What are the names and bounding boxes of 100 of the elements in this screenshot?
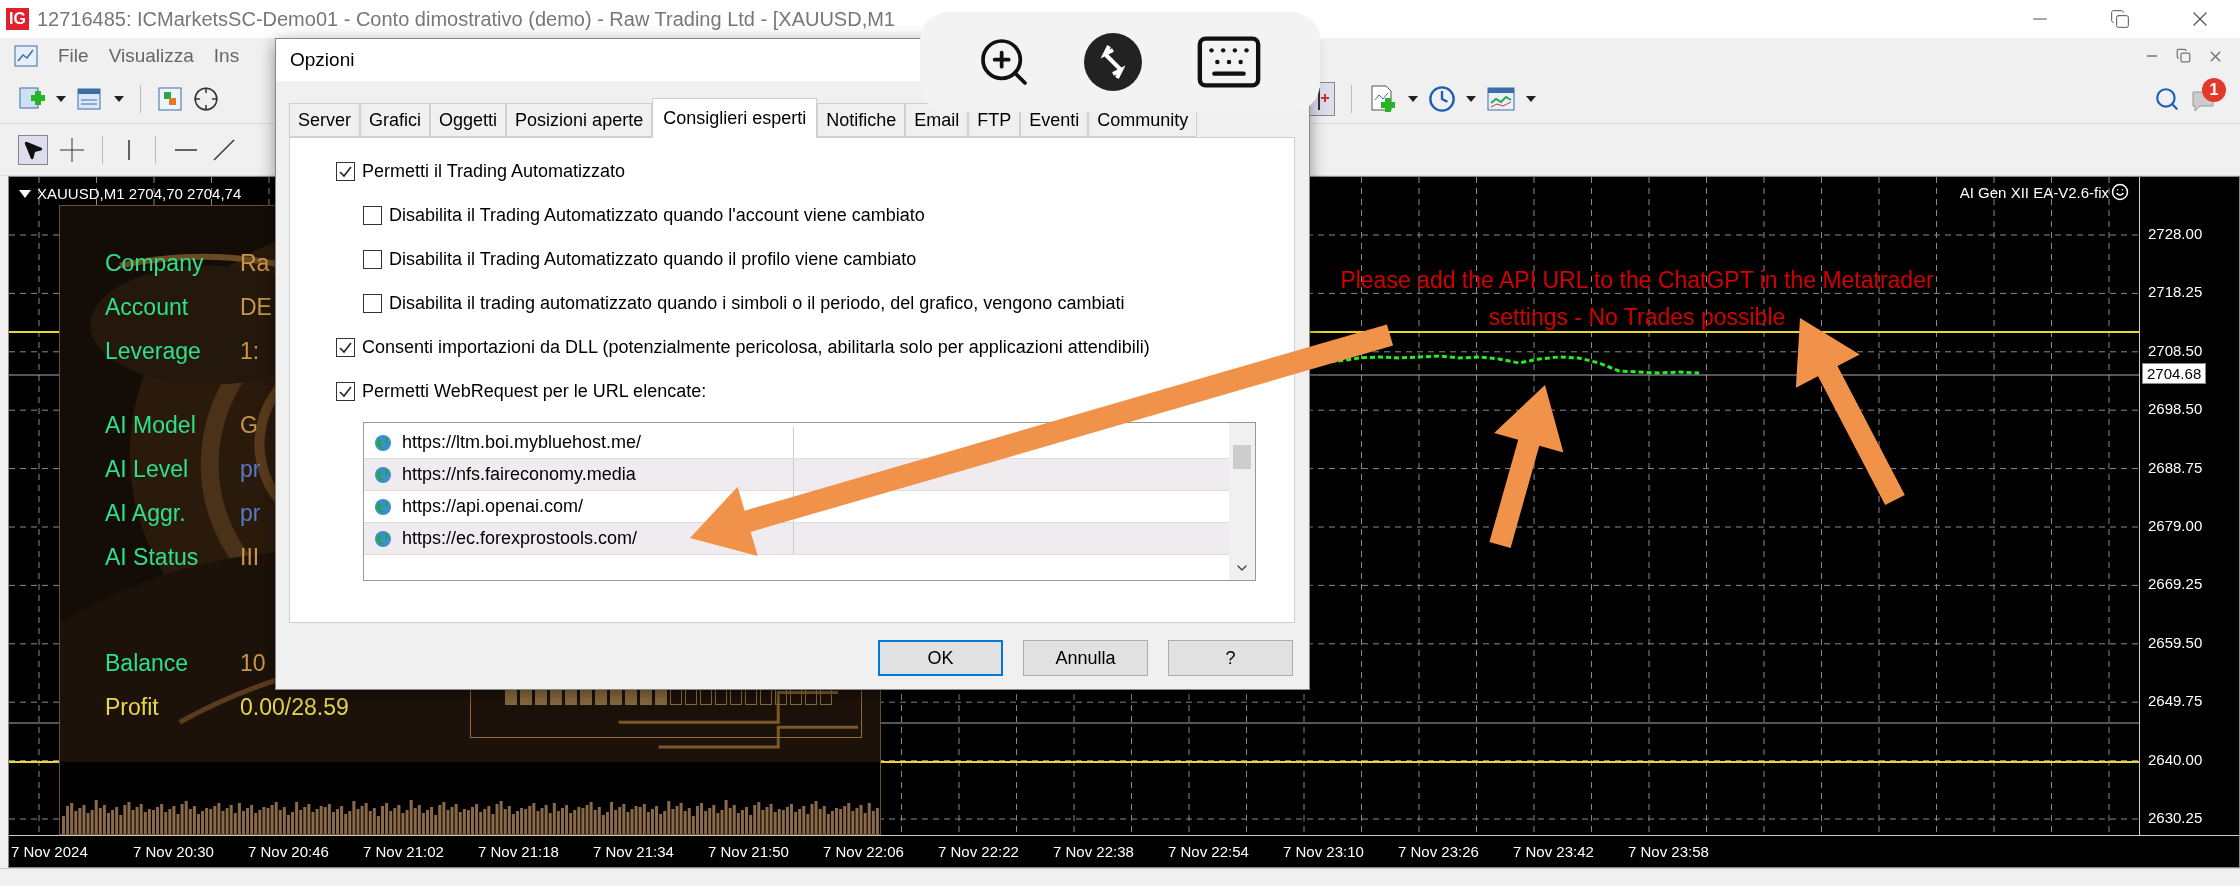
globe-icon xyxy=(374,433,392,452)
caret-icon[interactable] xyxy=(114,95,124,102)
price-label: 2679.00 xyxy=(2148,517,2203,534)
time-label: 7 Nov 23:58 xyxy=(1628,843,1710,860)
globe-icon xyxy=(374,465,392,484)
url-row[interactable]: https://ltm.boi.mybluehost.me/ xyxy=(364,427,1229,459)
info-label: AI Level xyxy=(105,455,190,483)
time-label: 7 Nov 22:38 xyxy=(1053,843,1135,860)
smiley-icon xyxy=(2111,183,2129,201)
time-label: 7 Nov 21:50 xyxy=(708,843,790,860)
info-value: 10 xyxy=(240,649,266,677)
url-text: https://api.openai.com/ xyxy=(402,496,584,517)
dialog-button[interactable]: OK xyxy=(878,640,1003,676)
url-row[interactable]: https://nfs.faireconomy.media xyxy=(364,459,1229,491)
windows-icon[interactable] xyxy=(76,85,104,112)
dialog-title: Opzioni xyxy=(290,49,355,71)
option-label: Consenti importazioni da DLL (potenzialmente pericolosa, abilitarla solo per applicazioni attendibili) xyxy=(362,336,1150,358)
time-label: 7 Nov 23:42 xyxy=(1513,843,1595,860)
restore-icon[interactable] xyxy=(2176,47,2191,63)
info-value: DE xyxy=(240,293,272,321)
info-label: Leverage xyxy=(105,337,202,365)
price-label: 2708.50 xyxy=(2148,341,2203,359)
clock-icon[interactable] xyxy=(1428,84,1456,113)
template-icon[interactable] xyxy=(1486,84,1516,113)
price-label: 2649.75 xyxy=(2148,692,2203,710)
price-label: 2728.00 xyxy=(2148,225,2203,242)
option-label: Disabilita il Trading Automatizzato quando il profilo viene cambiato xyxy=(389,248,917,270)
dialog-button[interactable]: ? xyxy=(1168,640,1293,676)
tab[interactable]: Posizioni aperte xyxy=(506,103,653,137)
cursor-tool[interactable] xyxy=(18,134,48,165)
info-label: Balance xyxy=(105,649,190,677)
info-label: Profit xyxy=(105,693,160,721)
checkbox[interactable] xyxy=(363,205,382,225)
tab[interactable]: Server xyxy=(289,103,360,137)
menu-item[interactable]: Ins xyxy=(213,45,240,67)
menu-item[interactable]: File xyxy=(58,45,89,67)
crosshair-icon[interactable] xyxy=(193,85,219,112)
add-indicator-icon[interactable] xyxy=(1368,83,1398,114)
time-label: 7 Nov 22:22 xyxy=(938,843,1020,860)
notification-badge: 1 xyxy=(2202,77,2226,102)
checkbox[interactable] xyxy=(336,381,355,401)
crosshair-tool-icon[interactable] xyxy=(58,135,86,164)
checkbox[interactable] xyxy=(336,337,355,357)
navigator-icon[interactable] xyxy=(157,85,183,112)
time-label: 7 Nov 23:26 xyxy=(1398,843,1480,860)
caret-icon[interactable] xyxy=(56,95,66,102)
disconnect-icon[interactable] xyxy=(1083,32,1143,92)
price-label: 2669.25 xyxy=(2148,575,2203,593)
menu-item[interactable]: Visualizza xyxy=(108,45,194,67)
time-label: 7 Nov 2024 xyxy=(11,843,89,860)
url-row[interactable]: https://ec.forexprostools.com/ xyxy=(364,523,1229,555)
restore-icon[interactable] xyxy=(2110,9,2130,29)
chart-symbol: XAUUSD,M1 2704,70 2704,74 xyxy=(37,185,242,202)
price-label: 2630.25 xyxy=(2148,809,2203,826)
tab[interactable]: Grafici xyxy=(360,103,431,137)
search-icon[interactable] xyxy=(2154,85,2180,112)
info-value: III xyxy=(240,543,260,571)
current-price-label: 2704.68 xyxy=(2142,363,2207,384)
option-label: Permetti WebRequest per le URL elencate: xyxy=(362,380,707,402)
price-label: 2640.00 xyxy=(2148,750,2203,768)
tab[interactable]: Oggetti xyxy=(430,103,507,137)
caret-icon[interactable] xyxy=(1408,95,1418,102)
option-label: Disabilita il trading automatizzato quando i simboli o il periodo, del grafico, vengono cambiati xyxy=(389,292,1125,314)
url-text: https://ec.forexprostools.com/ xyxy=(402,528,638,549)
info-value: 0.00/28.59 xyxy=(240,693,349,721)
info-value: G xyxy=(240,411,258,439)
dropdown-icon[interactable] xyxy=(19,189,31,198)
time-label: 7 Nov 21:34 xyxy=(593,843,675,860)
expert-name: AI Gen XII EA-V2.6-fix xyxy=(1959,183,2109,201)
info-value: Ra xyxy=(240,249,270,277)
checkbox[interactable] xyxy=(363,249,382,269)
window-title: 12716485: ICMarketsSC-Demo01 - Conto dimostrativo (demo) - Raw Trading Ltd - [XAUUSD,M1 xyxy=(36,7,895,31)
warning-text: settings - No Trades possible xyxy=(1488,304,1786,331)
caret-icon[interactable] xyxy=(1526,95,1536,102)
time-label: 7 Nov 22:54 xyxy=(1168,843,1250,860)
info-label: AI Model xyxy=(105,411,197,439)
url-text: https://ltm.boi.mybluehost.me/ xyxy=(402,432,642,453)
price-label: 2698.50 xyxy=(2148,400,2203,418)
price-label: 2688.75 xyxy=(2148,458,2203,476)
info-label: Account xyxy=(105,293,190,321)
time-label: 7 Nov 20:30 xyxy=(133,843,215,860)
dialog-button[interactable]: Annulla xyxy=(1023,640,1148,676)
info-value: pr xyxy=(240,499,261,527)
chart-window-icon[interactable] xyxy=(14,45,38,67)
info-value: 1: xyxy=(240,337,260,365)
checkbox[interactable] xyxy=(363,293,382,313)
globe-icon xyxy=(374,497,392,516)
scrollbar-thumb[interactable] xyxy=(1233,445,1251,469)
app-logo: IG xyxy=(6,8,29,30)
caret-icon[interactable] xyxy=(1466,95,1476,102)
time-label: 7 Nov 22:06 xyxy=(823,843,905,860)
price-label: 2718.25 xyxy=(2148,283,2203,301)
tab[interactable]: Consiglieri esperti xyxy=(652,98,818,138)
scrollbar[interactable] xyxy=(1229,423,1255,580)
checkbox[interactable] xyxy=(336,161,355,181)
time-label: 7 Nov 23:10 xyxy=(1283,843,1365,860)
tab[interactable]: Notifiche xyxy=(817,103,906,137)
option-label: Disabilita il Trading Automatizzato quando l'account viene cambiato xyxy=(389,204,925,226)
time-label: 7 Nov 20:46 xyxy=(248,843,330,860)
time-label: 7 Nov 21:02 xyxy=(363,843,445,860)
